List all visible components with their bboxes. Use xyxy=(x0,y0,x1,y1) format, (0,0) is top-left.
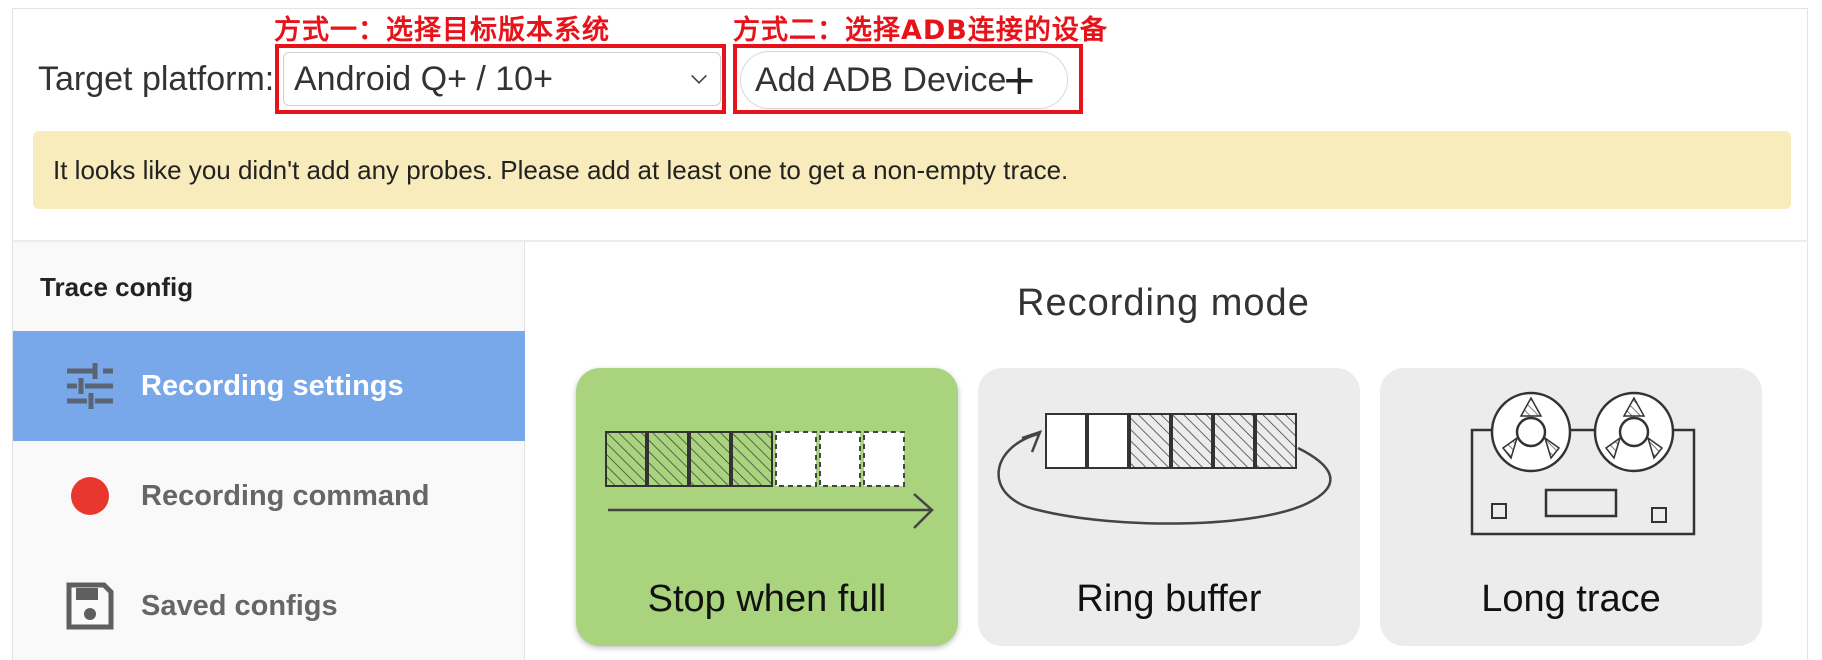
mode-label: Ring buffer xyxy=(1076,578,1262,620)
add-adb-device-button[interactable]: Add ADB Device + xyxy=(740,51,1068,109)
record-dot-icon xyxy=(65,471,115,521)
sidebar-item-saved-configs[interactable]: Saved configs xyxy=(13,551,525,660)
no-probes-warning: It looks like you didn't add any probes.… xyxy=(33,131,1791,209)
mode-card-stop-when-full[interactable]: Stop when full xyxy=(576,368,958,646)
recording-mode-title: Recording mode xyxy=(1017,282,1310,324)
plus-icon: + xyxy=(1001,55,1037,104)
floppy-disk-icon xyxy=(65,581,115,631)
sidebar-item-label: Saved configs xyxy=(141,589,338,622)
target-platform-label: Target platform: xyxy=(38,60,275,98)
annotation-method-one: 方式一：选择目标版本系统 xyxy=(274,15,610,46)
stop-when-full-illustration xyxy=(605,431,934,529)
tape-recorder-illustration xyxy=(1470,391,1696,536)
sidebar-item-recording-command[interactable]: Recording command xyxy=(13,441,525,551)
sidebar-item-label: Recording command xyxy=(141,479,430,512)
sidebar: Trace config Recording settings Recordin… xyxy=(13,242,525,660)
add-adb-device-label: Add ADB Device xyxy=(755,60,1007,99)
sidebar-item-label: Recording settings xyxy=(141,369,404,402)
ring-buffer-illustration xyxy=(997,413,1332,525)
chevron-down-icon xyxy=(691,68,707,84)
annotation-method-two: 方式二：选择ADB连接的设备 xyxy=(733,15,1108,46)
sidebar-item-recording-settings[interactable]: Recording settings xyxy=(13,331,525,441)
sliders-icon xyxy=(65,361,115,411)
warning-text: It looks like you didn't add any probes.… xyxy=(53,154,1069,185)
mode-label: Stop when full xyxy=(647,578,887,620)
mode-label: Long trace xyxy=(1481,578,1661,620)
sidebar-title: Trace config xyxy=(40,272,194,302)
platform-selected-value: Android Q+ / 10+ xyxy=(294,59,553,98)
target-platform-select[interactable]: Android Q+ / 10+ xyxy=(283,52,721,106)
mode-card-long-trace[interactable]: Long trace xyxy=(1380,368,1762,646)
mode-card-ring-buffer[interactable]: Ring buffer xyxy=(978,368,1360,646)
